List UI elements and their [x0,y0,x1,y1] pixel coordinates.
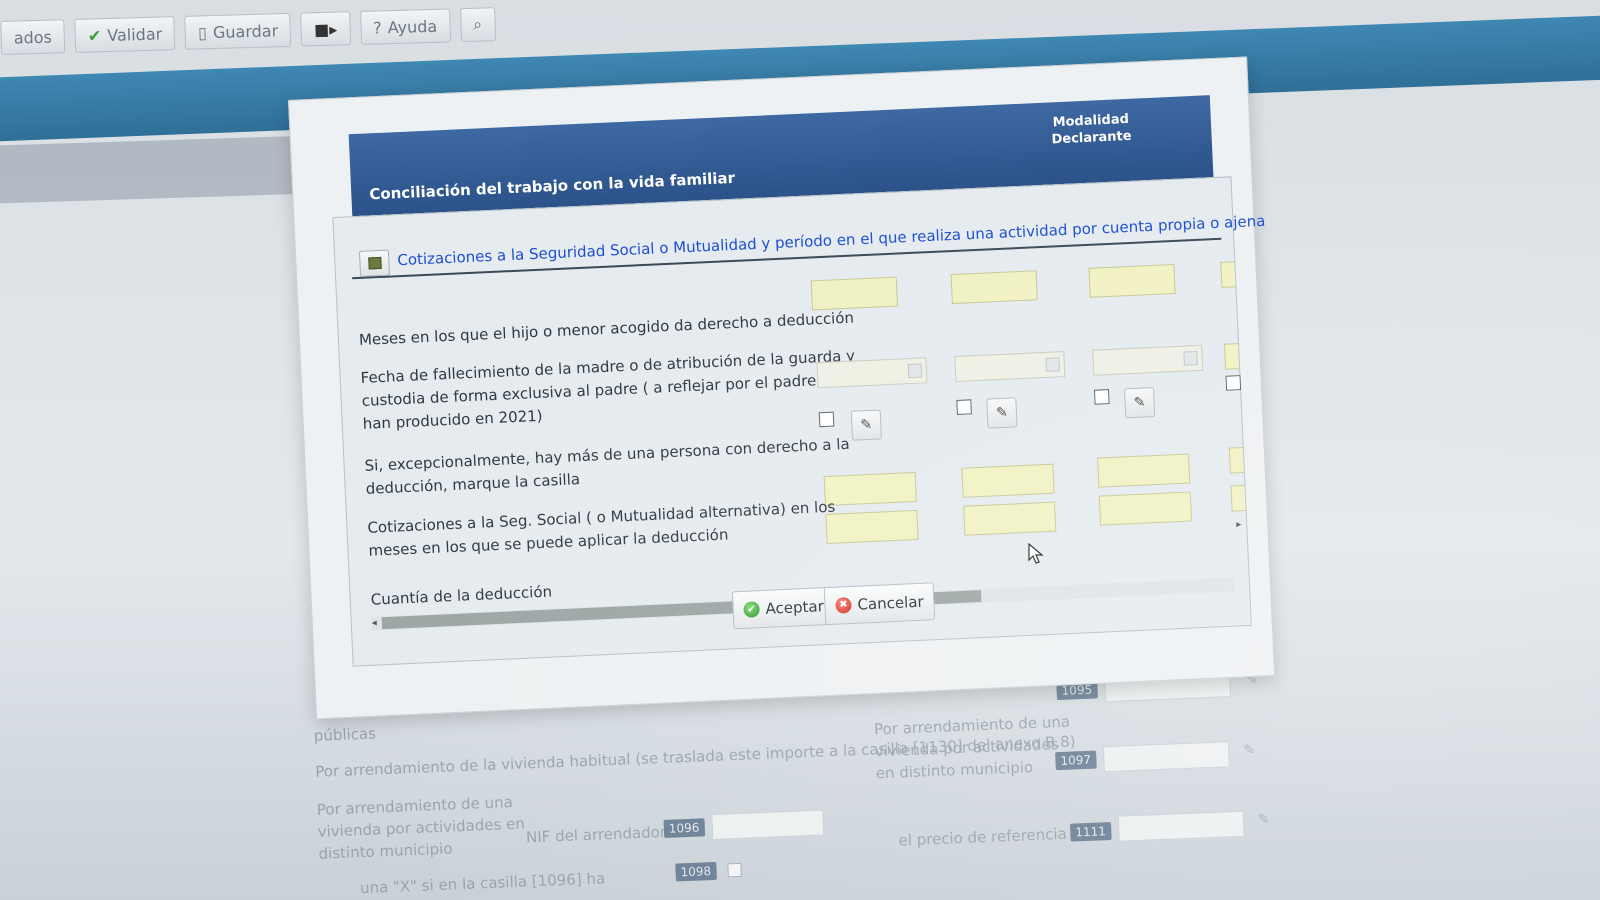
box-1111-input[interactable] [1117,810,1245,842]
dialog-title: Conciliación del trabajo con la vida fam… [368,168,736,204]
pencil-icon: ✎ [860,416,873,434]
conciliacion-dialog: Conciliación del trabajo con la vida fam… [288,56,1276,720]
modalidad-header: Modalidad Declarante [1050,111,1132,149]
screen-photo: ados ✔ Validar ▯ Guardar ■▸ ? Ayuda ⌕ 10… [0,0,1600,900]
toolbar-cut-button[interactable]: ados [0,19,66,55]
publicas-label: públicas [313,724,377,745]
meses-input-3[interactable] [1088,263,1176,298]
cotiz-input-2a[interactable] [961,463,1055,498]
arr-line3: distinto municipio [318,839,453,863]
cotiz-input-4b[interactable] [1230,485,1246,512]
validar-label: Validar [106,23,163,45]
calendar-icon[interactable] [907,363,923,379]
pencil-icon: ✎ [995,404,1009,422]
guardar-button[interactable]: ▯ Guardar [184,12,292,50]
scroll-left-arrow[interactable]: ◂ [372,618,378,629]
box-code-1098: 1098 [675,861,717,882]
cancelar-button[interactable]: ✖ Cancelar [823,582,936,626]
guardar-label: Guardar [212,20,279,42]
pencil-icon[interactable]: ✎ [1243,742,1255,758]
excepcional-checkbox-3[interactable] [1093,389,1110,405]
cotiz-input-2b[interactable] [963,501,1057,536]
edit-button-2[interactable]: ✎ [986,397,1018,429]
check-circle-icon: ✔ [743,601,760,618]
checkmark-icon: ✔ [87,25,102,46]
mouse-cursor-icon [1028,543,1044,564]
fecha-input-4[interactable] [1224,343,1240,370]
pencil-icon[interactable]: ✎ [1258,812,1270,828]
cancelar-label: Cancelar [857,592,925,614]
box-1097-input[interactable] [1102,741,1230,773]
fecha-input-2[interactable] [954,351,1066,383]
cotiz-input-1a[interactable] [823,471,917,507]
excepcional-checkbox-1[interactable] [818,411,835,428]
meses-input-4[interactable] [1220,261,1236,288]
cotizaciones-section-link[interactable]: Cotizaciones a la Seguridad Social o Mut… [397,212,1266,269]
precio-referencia-label: el precio de referencia [898,824,1068,850]
meses-input-1[interactable] [810,276,898,311]
aceptar-label: Aceptar [765,597,825,618]
edit-button-1[interactable]: ✎ [850,409,883,441]
arr-right-line3: en distinto municipio [875,758,1034,783]
excepcional-checkbox-2[interactable] [956,399,972,415]
help-icon: ? [372,17,382,38]
save-icon: ▯ [197,22,208,42]
table-icon[interactable] [358,249,391,277]
validar-button[interactable]: ✔ Validar [74,16,176,53]
excepcional-checkbox-4[interactable] [1225,375,1242,391]
box-1096-input[interactable] [711,809,825,841]
declarante-label: Declarante [1051,128,1132,148]
search-button[interactable]: ⌕ [459,7,496,43]
record-button[interactable]: ■▸ [300,11,351,47]
scroll-right-arrow[interactable]: ▸ [1236,519,1242,530]
ayuda-button[interactable]: ? Ayuda [359,8,451,45]
record-icon: ■▸ [313,19,338,39]
aceptar-button[interactable]: ✔ Aceptar [731,586,836,630]
box-code-1097: 1097 [1055,750,1097,771]
fecha-input-1[interactable] [816,357,928,389]
fecha-input-3[interactable] [1092,344,1204,376]
cancel-circle-icon: ✖ [835,596,852,614]
pencil-icon: ✎ [1133,394,1146,411]
cuantia-label: Cuantía de la deducción [370,582,553,609]
search-icon: ⌕ [472,14,483,34]
cotiz-input-3b[interactable] [1098,491,1193,526]
toolbar-cut-label: ados [13,27,53,48]
cotiz-input-4a[interactable] [1228,447,1244,474]
calendar-icon[interactable] [1183,351,1198,366]
app-subheader-band [0,135,302,204]
nif-label: NIF del arrendador [525,822,667,847]
meses-input-2[interactable] [950,270,1038,305]
calendar-icon[interactable] [1045,357,1061,372]
cotiz-input-3a[interactable] [1097,453,1191,488]
meses-label: Meses en los que el hijo o menor acogido… [358,308,855,350]
excepcional-label-line1: Si, excepcionalmente, hay más de una per… [364,434,850,475]
ayuda-label: Ayuda [387,16,438,37]
cotiz-input-1b[interactable] [825,509,919,545]
box-code-1111: 1111 [1069,822,1112,842]
box-1098-checkbox[interactable] [727,862,742,878]
box-code-1096: 1096 [663,818,705,838]
edit-button-3[interactable]: ✎ [1123,387,1156,419]
